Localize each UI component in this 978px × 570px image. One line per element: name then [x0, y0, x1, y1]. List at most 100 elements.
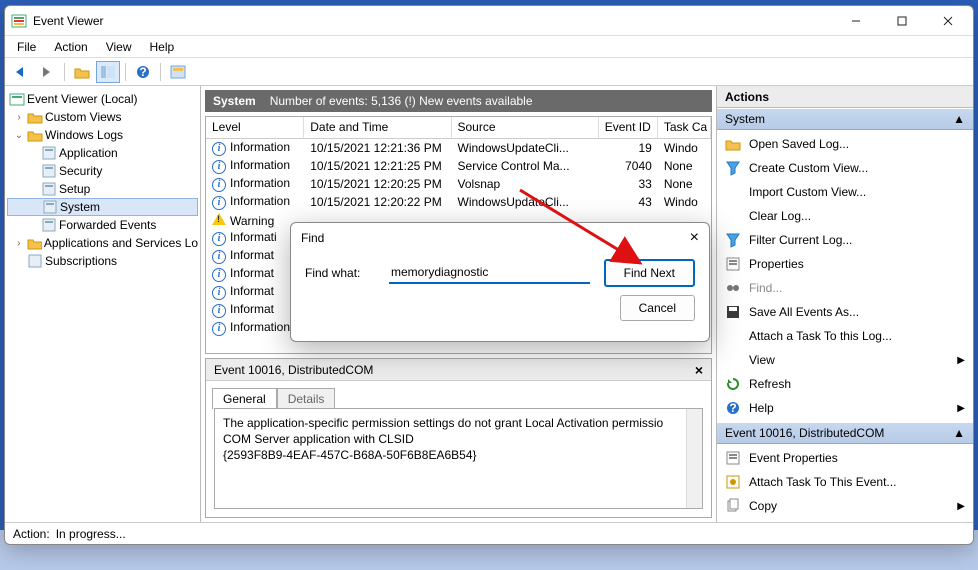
table-row[interactable]: iInformation10/15/2021 12:20:25 PMVolsna…: [206, 175, 711, 193]
info-icon: i: [212, 268, 226, 282]
minimize-button[interactable]: [833, 7, 879, 35]
chevron-up-icon: ▲: [953, 426, 965, 440]
tree-security[interactable]: Security: [7, 162, 198, 180]
col-taskcat[interactable]: Task Ca: [658, 117, 711, 138]
col-level[interactable]: Level: [206, 117, 304, 138]
find-input[interactable]: [389, 262, 590, 284]
maximize-button[interactable]: [879, 7, 925, 35]
detail-line: {2593F8B9-4EAF-457C-B68A-50F6B8EA6B54}: [223, 447, 694, 463]
action-label: Create Custom View...: [749, 161, 868, 175]
action-label: Copy: [749, 499, 777, 513]
tree-subscriptions[interactable]: Subscriptions: [7, 252, 198, 270]
info-icon: i: [212, 142, 226, 156]
table-row[interactable]: iInformation10/15/2021 12:20:22 PMWindow…: [206, 193, 711, 211]
collapse-icon[interactable]: ⌄: [13, 130, 25, 141]
action-label: Attach a Task To this Log...: [749, 329, 892, 343]
status-label: Action:: [13, 527, 50, 541]
find-title: Find: [301, 231, 324, 245]
action-label: Open Saved Log...: [749, 137, 849, 151]
table-row[interactable]: iInformation10/15/2021 12:21:36 PMWindow…: [206, 139, 711, 157]
back-button[interactable]: [9, 61, 33, 83]
action-item[interactable]: Import Custom View...: [717, 180, 973, 204]
action-item[interactable]: Filter Current Log...: [717, 228, 973, 252]
tree-system[interactable]: System: [7, 198, 198, 216]
events-header-bar: System Number of events: 5,136 (!) New e…: [205, 90, 712, 112]
expand-icon[interactable]: ›: [13, 112, 25, 123]
action-item[interactable]: Event Properties: [717, 446, 973, 470]
action-item[interactable]: ? Help ▶: [717, 396, 973, 420]
toolbar-folder-icon[interactable]: [70, 61, 94, 83]
action-item[interactable]: Attach a Task To this Log...: [717, 324, 973, 348]
tree-label: Setup: [59, 182, 90, 196]
tree-label: Forwarded Events: [59, 218, 156, 232]
tab-general[interactable]: General: [212, 388, 277, 409]
action-item[interactable]: Open Saved Log...: [717, 132, 973, 156]
tree-label: Windows Logs: [45, 128, 123, 142]
actions-pane: Actions System ▲ Open Saved Log...Create…: [717, 86, 973, 522]
info-icon: i: [212, 250, 226, 264]
tree-application[interactable]: Application: [7, 144, 198, 162]
tree-label: Custom Views: [45, 110, 121, 124]
action-item[interactable]: Properties: [717, 252, 973, 276]
action-item[interactable]: Find...: [717, 276, 973, 300]
col-eventid[interactable]: Event ID: [599, 117, 658, 138]
titlebar[interactable]: Event Viewer: [5, 6, 973, 36]
find-next-button[interactable]: Find Next: [604, 259, 695, 287]
tree-root[interactable]: Event Viewer (Local): [7, 90, 198, 108]
svg-text:?: ?: [729, 401, 736, 415]
menu-action[interactable]: Action: [46, 38, 95, 56]
actions-section-system[interactable]: System ▲: [717, 108, 973, 130]
action-item[interactable]: Create Custom View...: [717, 156, 973, 180]
chevron-right-icon: ▶: [957, 403, 965, 414]
info-icon: i: [212, 286, 226, 300]
tree-setup[interactable]: Setup: [7, 180, 198, 198]
find-dialog[interactable]: Find × Find what: Find Next Cancel: [290, 222, 710, 342]
action-item[interactable]: Clear Log...: [717, 204, 973, 228]
info-icon: i: [212, 196, 226, 210]
toolbar-help-icon[interactable]: ?: [131, 61, 155, 83]
forward-button[interactable]: [35, 61, 59, 83]
tree-custom-views[interactable]: › Custom Views: [7, 108, 198, 126]
col-source[interactable]: Source: [452, 117, 599, 138]
event-detail-panel: Event 10016, DistributedCOM × General De…: [205, 358, 712, 518]
scrollbar[interactable]: [686, 409, 702, 508]
info-icon: i: [212, 160, 226, 174]
action-label: Save All Events As...: [749, 305, 859, 319]
action-item[interactable]: View▶: [717, 348, 973, 372]
tree-forwarded[interactable]: Forwarded Events: [7, 216, 198, 234]
tree-windows-logs[interactable]: ⌄ Windows Logs: [7, 126, 198, 144]
menu-view[interactable]: View: [98, 38, 140, 56]
close-button[interactable]: [925, 7, 971, 35]
toolbar-preview-icon[interactable]: [166, 61, 190, 83]
toolbar-pane-icon[interactable]: [96, 61, 120, 83]
menu-file[interactable]: File: [9, 38, 44, 56]
action-label: View: [749, 353, 775, 367]
info-icon: i: [212, 232, 226, 246]
close-icon[interactable]: ×: [695, 362, 703, 378]
status-bar: Action: In progress...: [5, 522, 973, 544]
action-item[interactable]: Refresh: [717, 372, 973, 396]
tree-apps-services[interactable]: › Applications and Services Lo: [7, 234, 198, 252]
action-item[interactable]: Copy▶: [717, 494, 973, 518]
events-header-title: System: [213, 94, 256, 108]
tree-label: Security: [59, 164, 102, 178]
action-item[interactable]: Save All Events As...: [717, 300, 973, 324]
info-icon: i: [212, 322, 226, 336]
tree-label: System: [60, 200, 100, 214]
col-datetime[interactable]: Date and Time: [304, 117, 451, 138]
close-icon[interactable]: ×: [690, 229, 699, 247]
actions-section-event[interactable]: Event 10016, DistributedCOM ▲: [717, 422, 973, 444]
tree-root-label: Event Viewer (Local): [27, 92, 138, 106]
menu-help[interactable]: Help: [142, 38, 183, 56]
events-header-count: Number of events: 5,136 (!) New events a…: [270, 94, 533, 108]
action-item[interactable]: Attach Task To This Event...: [717, 470, 973, 494]
tab-details[interactable]: Details: [277, 388, 336, 409]
table-row[interactable]: iInformation10/15/2021 12:21:25 PMServic…: [206, 157, 711, 175]
status-value: In progress...: [56, 527, 126, 541]
action-label: Filter Current Log...: [749, 233, 852, 247]
expand-icon[interactable]: ›: [13, 238, 25, 249]
app-icon: [11, 13, 27, 29]
action-label: Help: [749, 401, 774, 415]
cancel-button[interactable]: Cancel: [620, 295, 695, 321]
action-label: Clear Log...: [749, 209, 811, 223]
